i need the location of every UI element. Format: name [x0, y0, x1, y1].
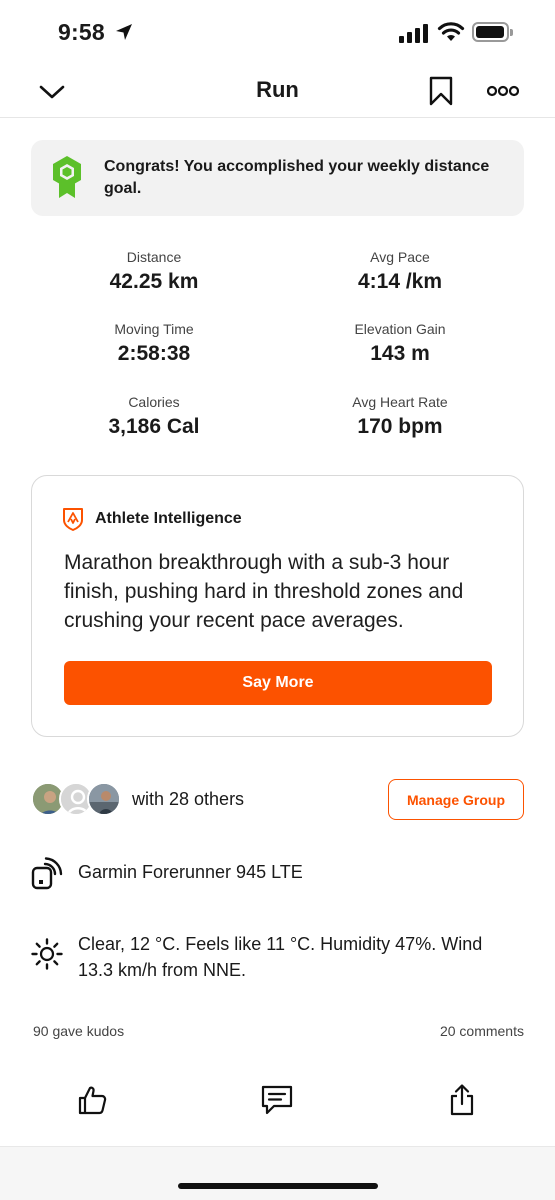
stat-value: 143 m	[370, 342, 430, 365]
stat-value: 2:58:38	[117, 342, 191, 365]
cellular-signal-icon	[399, 23, 429, 43]
location-arrow-icon	[116, 24, 132, 40]
group-text[interactable]: with 28 others	[132, 789, 244, 810]
comments-count[interactable]: 20 comments	[440, 1023, 524, 1039]
stat-label: Avg Heart Rate	[352, 394, 448, 410]
stat-avg-heart-rate: Avg Heart Rate 170 bpm	[277, 393, 523, 441]
manage-group-button[interactable]: Manage Group	[388, 779, 524, 820]
stat-value: 42.25 km	[109, 270, 199, 293]
nav-bar: Run	[0, 66, 555, 118]
home-indicator[interactable]	[178, 1183, 378, 1189]
weather-text: Clear, 12 °C. Feels like 11 °C. Humidity…	[78, 934, 483, 980]
athlete-intelligence-icon	[63, 508, 83, 531]
weather-row: Clear, 12 °C. Feels like 11 °C. Humidity…	[31, 928, 524, 984]
stat-avg-pace: Avg Pace 4:14 /km	[277, 248, 523, 296]
badge-icon	[53, 156, 81, 198]
stat-value: 170 bpm	[357, 415, 443, 438]
stat-value: 3,186 Cal	[108, 415, 200, 438]
battery-icon	[472, 22, 513, 42]
stat-label: Elevation Gain	[354, 321, 446, 337]
goal-banner-text: Congrats! You accomplished your weekly d…	[104, 158, 490, 197]
thumbs-up-icon[interactable]	[72, 1080, 112, 1120]
status-time: 9:58	[58, 19, 105, 45]
more-icon[interactable]	[485, 74, 521, 108]
stat-label: Moving Time	[114, 321, 194, 337]
say-more-button[interactable]: Say More	[64, 661, 492, 705]
stat-label: Distance	[126, 249, 182, 265]
stat-calories: Calories 3,186 Cal	[31, 393, 277, 441]
bottom-area	[0, 1146, 555, 1200]
status-bar: 9:58	[0, 0, 555, 66]
athlete-intelligence-body: Marathon breakthrough with a sub-3 hour …	[64, 551, 464, 632]
wifi-icon	[437, 22, 465, 41]
sun-icon	[31, 938, 63, 970]
action-bar	[0, 1070, 555, 1130]
stat-distance: Distance 42.25 km	[31, 248, 277, 296]
stat-moving-time: Moving Time 2:58:38	[31, 320, 277, 368]
comment-icon[interactable]	[257, 1080, 297, 1120]
stat-label: Calories	[128, 394, 180, 410]
stat-label: Avg Pace	[370, 249, 430, 265]
device-name: Garmin Forerunner 945 LTE	[78, 862, 303, 882]
athlete-intelligence-title: Athlete Intelligence	[95, 510, 242, 527]
athlete-intelligence-card: Athlete Intelligence Marathon breakthrou…	[31, 475, 524, 737]
device-icon	[31, 857, 63, 890]
goal-banner[interactable]: Congrats! You accomplished your weekly d…	[31, 140, 524, 216]
kudos-count[interactable]: 90 gave kudos	[33, 1023, 124, 1039]
page-title: Run	[256, 77, 299, 102]
stat-elevation-gain: Elevation Gain 143 m	[277, 320, 523, 368]
stat-value: 4:14 /km	[357, 270, 443, 293]
device-row: Garmin Forerunner 945 LTE	[31, 855, 524, 895]
avatar[interactable]	[87, 782, 121, 816]
group-row: with 28 others Manage Group	[31, 778, 524, 822]
bookmark-icon[interactable]	[425, 74, 457, 108]
share-icon[interactable]	[442, 1080, 482, 1120]
